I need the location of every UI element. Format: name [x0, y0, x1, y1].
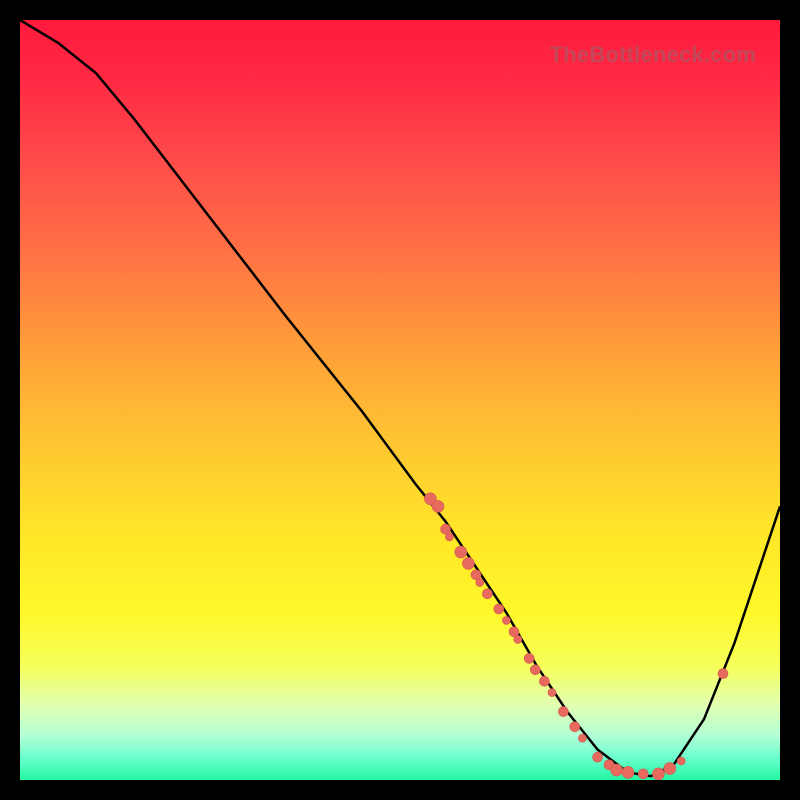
watermark-text: TheBottleneck.com: [550, 42, 756, 68]
data-point: [445, 533, 453, 541]
bottleneck-curve: [20, 20, 780, 776]
plot-area: TheBottleneck.com: [20, 20, 780, 780]
data-point: [718, 669, 728, 679]
data-point: [530, 665, 540, 675]
data-point: [432, 500, 444, 512]
data-point: [570, 722, 580, 732]
data-point: [462, 557, 474, 569]
data-point: [476, 578, 484, 586]
data-point: [677, 757, 685, 765]
data-point: [611, 764, 623, 776]
data-point: [652, 768, 664, 780]
data-point: [455, 546, 467, 558]
chart-frame: TheBottleneck.com: [0, 0, 800, 800]
data-point: [494, 604, 504, 614]
data-point: [539, 676, 549, 686]
data-point: [482, 589, 492, 599]
data-point: [548, 689, 556, 697]
data-point: [514, 635, 522, 643]
data-point: [558, 707, 568, 717]
data-point: [502, 616, 510, 624]
data-point: [593, 752, 603, 762]
data-point: [664, 763, 676, 775]
data-point: [622, 766, 634, 778]
data-point: [524, 653, 534, 663]
data-point: [638, 769, 648, 779]
scatter-group: [424, 493, 728, 780]
data-point: [578, 734, 586, 742]
chart-svg: [20, 20, 780, 780]
